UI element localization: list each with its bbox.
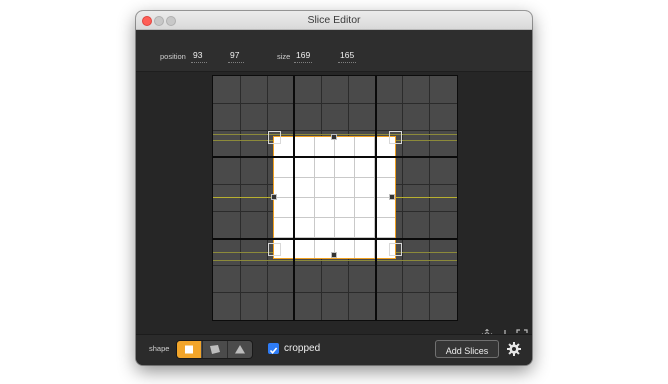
grid-line: [213, 265, 457, 266]
resize-handle-top-right[interactable]: [389, 131, 402, 144]
size-width-field[interactable]: 169: [296, 50, 310, 60]
size-label: size: [277, 52, 291, 61]
image-preview[interactable]: [212, 75, 458, 321]
shape-square-button[interactable]: [177, 341, 201, 358]
resize-handle-bottom-right[interactable]: [389, 243, 402, 256]
position-x-underline: [191, 62, 207, 64]
grid-line: [240, 76, 241, 320]
gear-icon[interactable]: [506, 341, 522, 357]
position-y-field[interactable]: 97: [230, 50, 239, 60]
cropped-label[interactable]: cropped: [284, 343, 320, 354]
title-bar: Slice Editor: [136, 11, 532, 30]
resize-handle-top-left[interactable]: [268, 131, 281, 144]
position-x-field[interactable]: 93: [193, 50, 202, 60]
size-height-field[interactable]: 165: [340, 50, 354, 60]
add-slices-button[interactable]: Add Slices: [435, 340, 499, 358]
resize-handle-left[interactable]: [271, 194, 277, 200]
square-icon: [185, 345, 193, 354]
polygon-icon: [210, 345, 220, 354]
grid-line: [213, 292, 457, 293]
grid-divider: [375, 76, 377, 320]
grid-divider: [293, 76, 295, 320]
size-height-underline: [338, 62, 356, 64]
footer-toolbar: shape cropped Add Slices: [136, 334, 532, 365]
position-y-underline: [228, 62, 244, 64]
shape-segmented-control[interactable]: [177, 341, 252, 358]
window-title: Slice Editor: [307, 14, 361, 26]
grid-line: [402, 76, 403, 320]
resize-handle-top[interactable]: [331, 134, 337, 140]
shape-triangle-button[interactable]: [227, 341, 251, 358]
guide-line: [213, 260, 457, 261]
grid-line: [213, 130, 457, 131]
size-width-underline: [294, 62, 312, 64]
resize-handle-right[interactable]: [389, 194, 395, 200]
triangle-icon: [235, 345, 245, 354]
grid-line: [213, 103, 457, 104]
grid-divider: [213, 238, 457, 240]
position-label: position: [160, 52, 186, 61]
cropped-checkbox[interactable]: [268, 343, 279, 355]
shape-polygon-button[interactable]: [202, 341, 226, 358]
resize-handle-bottom-left[interactable]: [268, 243, 281, 256]
grid-divider: [213, 156, 457, 158]
slice-editor-window: Slice Editor position 93 97 size 169 165: [136, 11, 532, 365]
grid-line: [429, 76, 430, 320]
slice-canvas[interactable]: [136, 72, 532, 342]
checkmark-icon: [269, 347, 278, 355]
grid-line: [267, 76, 268, 320]
shape-label: shape: [149, 344, 170, 353]
resize-handle-bottom[interactable]: [331, 252, 337, 258]
info-bar: position 93 97 size 169 165: [136, 30, 532, 72]
